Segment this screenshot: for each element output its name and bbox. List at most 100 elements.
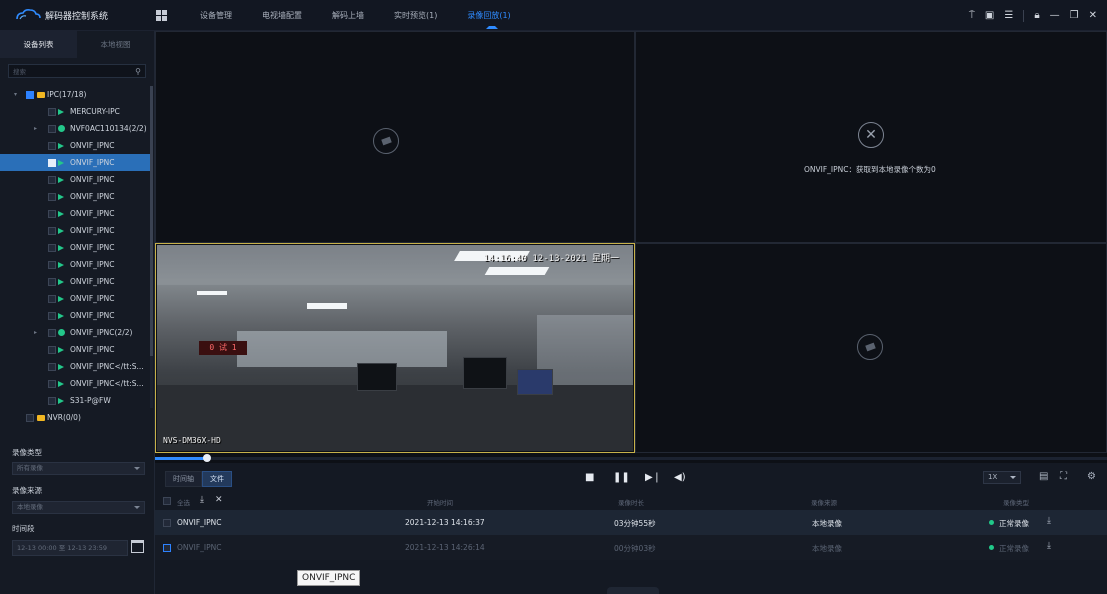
divider <box>1023 9 1025 22</box>
tree-checkbox[interactable] <box>48 192 56 201</box>
playback-progress[interactable] <box>155 453 1107 463</box>
download-icon[interactable]: ⤓ <box>1047 541 1051 551</box>
tree-checkbox[interactable] <box>48 107 56 116</box>
time-range-input[interactable]: 12-13 00:00 至 12-13 23:59 <box>12 540 128 556</box>
select-all-checkbox[interactable] <box>163 497 171 505</box>
tree-checkbox[interactable] <box>48 158 56 167</box>
nav-playback[interactable]: 录像回放(1) <box>452 0 525 31</box>
osd-timestamp: 14:16:40 12-13-2021 星期一 <box>483 254 619 264</box>
settings-gear-icon[interactable]: ⚙ <box>1087 471 1096 482</box>
tree-item[interactable]: ONVIF_IPNC <box>0 341 150 358</box>
camera-icon <box>58 346 64 353</box>
tree-item-label: NVR(0/0) <box>47 413 81 422</box>
pause-icon[interactable]: ❚❚ <box>613 472 630 483</box>
tree-checkbox[interactable] <box>48 311 56 320</box>
tree-item[interactable]: NVR(0/0) <box>0 409 150 426</box>
tree-checkbox[interactable] <box>48 379 56 388</box>
tree-checkbox[interactable] <box>48 209 56 218</box>
table-row[interactable]: ONVIF_IPNC 2021-12-13 14:16:37 03分钟55秒 本… <box>155 510 1107 535</box>
tab-timeline[interactable]: 时间轴 <box>165 471 202 487</box>
nav-tv-wall-config[interactable]: 电视墙配置 <box>247 0 317 31</box>
tree-checkbox[interactable] <box>48 328 56 337</box>
minimize-icon[interactable]: — <box>1050 10 1060 21</box>
volume-icon[interactable]: ◀) <box>674 472 686 483</box>
row-checkbox[interactable] <box>163 519 171 527</box>
tab-files[interactable]: 文件 <box>202 471 232 487</box>
tree-item[interactable]: ▾ IPC(17/18) <box>0 86 150 103</box>
tab-device-list[interactable]: 设备列表 <box>0 31 77 58</box>
tree-checkbox[interactable] <box>48 141 56 150</box>
tree-item[interactable]: ONVIF_IPNC <box>0 137 150 154</box>
stop-icon[interactable]: ■ <box>585 472 594 483</box>
tree-item[interactable]: ONVIF_IPNC</tt:S... <box>0 375 150 392</box>
tools-icon[interactable]: ✕ <box>215 495 223 505</box>
sidebar-scrollbar[interactable] <box>150 86 153 408</box>
pin-icon[interactable]: ⍑ <box>969 10 975 21</box>
video-window-3[interactable]: 0 试 1 14:16:40 12-13-2021 星期一 NVS-DM36X-… <box>155 243 635 453</box>
tree-item[interactable]: ONVIF_IPNC <box>0 188 150 205</box>
expand-arrow-icon[interactable]: ▸ <box>34 329 37 336</box>
tree-checkbox[interactable] <box>48 294 56 303</box>
playback-speed-select[interactable]: 1X <box>983 471 1021 484</box>
expand-arrow-icon[interactable]: ▸ <box>34 125 37 132</box>
search-icon[interactable]: ⚲ <box>135 67 141 76</box>
expand-arrow-icon[interactable]: ▾ <box>14 91 17 98</box>
close-icon[interactable]: ✕ <box>1089 10 1097 21</box>
tree-checkbox[interactable] <box>26 413 34 422</box>
tree-checkbox[interactable] <box>48 243 56 252</box>
tree-checkbox[interactable] <box>48 124 56 133</box>
record-source-select[interactable]: 本地录像 <box>12 501 145 514</box>
video-window-2[interactable]: ✕ ONVIF_IPNC：获取到本地录像个数为0 <box>635 31 1107 243</box>
download-icon[interactable]: ⤓ <box>1047 516 1051 526</box>
progress-handle[interactable] <box>203 454 212 462</box>
tree-item[interactable]: ▸ NVF0AC110134(2/2) <box>0 120 150 137</box>
nav-device-management[interactable]: 设备管理 <box>185 0 247 31</box>
tree-item[interactable]: ONVIF_IPNC <box>0 256 150 273</box>
search-input[interactable]: 搜索 ⚲ <box>8 64 146 78</box>
tree-item[interactable]: ONVIF_IPNC <box>0 307 150 324</box>
fullscreen-icon[interactable]: ⛶ <box>1060 471 1067 482</box>
record-type-select[interactable]: 所有录像 <box>12 462 145 475</box>
video-window-1[interactable] <box>155 31 635 243</box>
row-checkbox[interactable] <box>163 544 171 552</box>
tree-checkbox[interactable] <box>48 345 56 354</box>
tree-item[interactable]: ONVIF_IPNC <box>0 290 150 307</box>
tree-checkbox[interactable] <box>48 396 56 405</box>
tree-item[interactable]: MERCURY-IPC <box>0 103 150 120</box>
table-row[interactable]: ONVIF_IPNC 2021-12-13 14:26:14 00分钟03秒 本… <box>155 535 1107 560</box>
tree-checkbox[interactable] <box>48 226 56 235</box>
tree-item[interactable]: ONVIF_IPNC <box>0 222 150 239</box>
tree-item[interactable]: ONVIF_IPNC <box>0 205 150 222</box>
restore-icon[interactable]: ❐ <box>1070 10 1079 21</box>
tree-checkbox[interactable] <box>48 175 56 184</box>
tree-item[interactable]: ONVIF_IPNC <box>0 273 150 290</box>
tree-item[interactable]: ONVIF_IPNC <box>0 154 150 171</box>
camera-feed: 0 试 1 14:16:40 12-13-2021 星期一 NVS-DM36X-… <box>157 245 633 451</box>
camera-icon <box>58 142 64 149</box>
tree-item[interactable]: ONVIF_IPNC <box>0 171 150 188</box>
nav-live-preview[interactable]: 实时预览(1) <box>379 0 452 31</box>
folder-icon <box>37 91 45 98</box>
download-icon[interactable]: ⤓ <box>200 495 204 505</box>
tree-checkbox[interactable] <box>48 362 56 371</box>
tree-item-label: ONVIF_IPNC <box>70 226 115 235</box>
layout-icon[interactable]: ▤ <box>1039 471 1048 482</box>
screen-icon[interactable]: ▣ <box>985 10 994 21</box>
tab-local-view[interactable]: 本地视图 <box>77 31 154 58</box>
tree-checkbox[interactable] <box>48 260 56 269</box>
tree-item[interactable]: S31-P@FW <box>0 392 150 409</box>
tree-item[interactable]: ▸ ONVIF_IPNC(2/2) <box>0 324 150 341</box>
video-window-4[interactable] <box>635 243 1107 453</box>
tree-checkbox[interactable] <box>48 277 56 286</box>
nav-decode-to-wall[interactable]: 解码上墙 <box>317 0 379 31</box>
calendar-icon[interactable] <box>131 540 144 553</box>
tree-checkbox[interactable] <box>26 90 34 99</box>
list-icon[interactable]: ☰ <box>1004 10 1013 21</box>
tree-item[interactable]: ONVIF_IPNC <box>0 239 150 256</box>
chevron-down-icon <box>1010 476 1016 479</box>
tree-item[interactable]: ONVIF_IPNC</tt:S... <box>0 358 150 375</box>
next-frame-icon[interactable]: ▶❘ <box>645 472 661 483</box>
panel-collapse-handle[interactable] <box>607 587 659 594</box>
apps-grid-icon[interactable] <box>156 9 167 21</box>
lock-icon[interactable]: 🔒︎ <box>1034 10 1039 21</box>
